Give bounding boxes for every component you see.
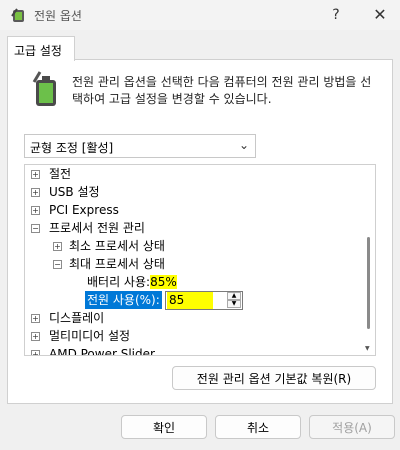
- description-text: 전원 관리 옵션을 선택한 다음 컴퓨터의 전원 관리 방법을 선택하여 고급 …: [72, 75, 372, 106]
- collapse-icon[interactable]: −: [31, 224, 40, 233]
- expand-icon[interactable]: +: [53, 242, 62, 251]
- expand-icon[interactable]: +: [31, 314, 40, 323]
- title-bar: 전원 옵션 ? ✕: [0, 0, 400, 30]
- plugged-value-input[interactable]: 85: [167, 292, 213, 309]
- help-button[interactable]: ?: [316, 0, 356, 30]
- battery-icon: [32, 71, 56, 106]
- tab-advanced-settings[interactable]: 고급 설정: [7, 36, 75, 61]
- battery-setting-value: 85%: [150, 275, 177, 289]
- spin-up-icon[interactable]: ▲: [227, 292, 241, 300]
- apply-button[interactable]: 적용(A): [309, 415, 395, 439]
- cancel-button[interactable]: 취소: [215, 415, 301, 439]
- battery-setting-row[interactable]: 배터리 사용:85%: [87, 273, 177, 291]
- tree-scrollbar-thumb[interactable]: [367, 237, 370, 329]
- plugged-setting-label[interactable]: 전원 사용(%):: [85, 291, 162, 309]
- plugged-value-stepper[interactable]: 85 ▲ ▼: [165, 291, 243, 310]
- tab-label: 고급 설정: [14, 44, 62, 58]
- scroll-down-icon[interactable]: ▼: [365, 345, 370, 352]
- power-plan-dropdown[interactable]: 균형 조정 [활성] ⌄: [24, 134, 256, 158]
- restore-defaults-button[interactable]: 전원 관리 옵션 기본값 복원(R): [172, 366, 376, 390]
- selected-plan: 균형 조정 [활성]: [30, 141, 114, 155]
- expand-icon[interactable]: +: [31, 332, 40, 341]
- expand-icon[interactable]: +: [31, 188, 40, 197]
- chevron-down-icon: ⌄: [238, 138, 249, 152]
- collapse-icon[interactable]: −: [53, 260, 62, 269]
- ok-button[interactable]: 확인: [121, 415, 207, 439]
- spin-down-icon[interactable]: ▼: [227, 300, 241, 308]
- settings-tree[interactable]: + 절전 + USB 설정 + PCI Express − 프로세서 전원 관리…: [24, 164, 376, 356]
- expand-icon[interactable]: +: [31, 206, 40, 215]
- power-options-icon: [11, 8, 24, 22]
- close-button[interactable]: ✕: [360, 0, 400, 30]
- battery-setting-label: 배터리 사용:: [87, 275, 151, 289]
- window-title: 전원 옵션: [34, 9, 82, 23]
- expand-icon[interactable]: +: [31, 350, 40, 355]
- expand-icon[interactable]: +: [31, 170, 40, 179]
